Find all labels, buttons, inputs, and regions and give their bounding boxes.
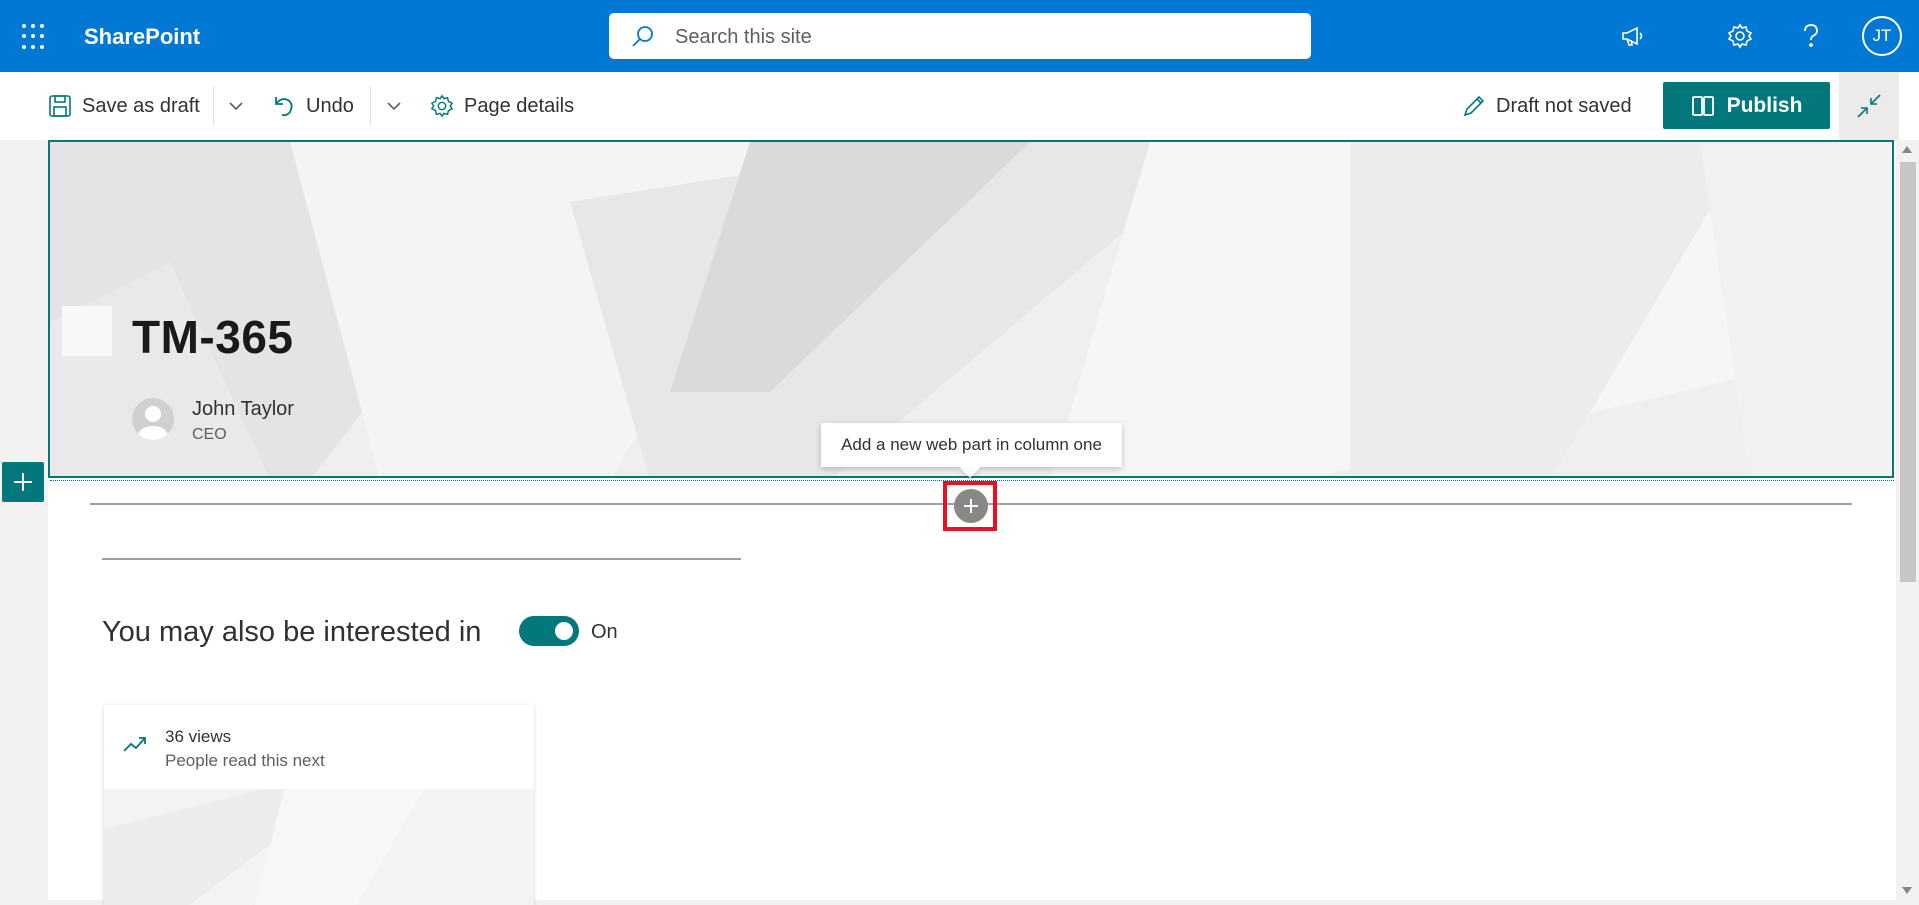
page-title[interactable]: TM-365 [132, 310, 293, 364]
card-views: 36 views [165, 727, 232, 746]
save-as-draft-button[interactable]: Save as draft [48, 92, 200, 120]
page-details-button[interactable]: Page details [430, 92, 574, 120]
scroll-down-icon[interactable] [1902, 887, 1912, 894]
collapse-icon[interactable] [1839, 72, 1899, 140]
undo-label: Undo [306, 94, 354, 117]
gear-icon [430, 94, 454, 118]
user-avatar[interactable]: JT [1862, 16, 1902, 56]
undo-options-chevron-icon[interactable] [386, 92, 412, 120]
draft-status: Draft not saved [1462, 92, 1632, 120]
book-icon [1691, 95, 1714, 116]
author-name[interactable]: John Taylor [192, 398, 294, 421]
pencil-icon [1463, 95, 1485, 117]
divider [213, 86, 214, 126]
page-details-label: Page details [464, 94, 575, 117]
search-input[interactable]: Search this site [675, 26, 812, 49]
add-section-button[interactable] [2, 462, 44, 502]
search-box[interactable]: Search this site [609, 13, 1311, 59]
tooltip-text: Add a new web part in column one [841, 435, 1102, 454]
save-as-draft-label: Save as draft [82, 94, 200, 117]
add-web-part-button[interactable] [954, 489, 988, 523]
save-icon [49, 95, 71, 117]
related-toggle[interactable] [519, 616, 579, 646]
gear-icon[interactable] [1724, 20, 1756, 52]
toggle-label: On [591, 621, 618, 643]
scrollbar-thumb[interactable] [1900, 162, 1916, 582]
suite-bar: SharePoint Search this site JT [0, 0, 1919, 72]
save-options-chevron-icon[interactable] [228, 92, 254, 120]
megaphone-icon[interactable] [1617, 20, 1649, 52]
card-subtitle: People read this next [165, 751, 325, 770]
vertical-scrollbar[interactable] [1896, 140, 1919, 900]
add-web-part-tooltip: Add a new web part in column one [821, 423, 1122, 467]
draft-status-label: Draft not saved [1496, 94, 1632, 117]
undo-icon [275, 97, 293, 117]
site-logo-placeholder [62, 306, 112, 356]
divider [102, 558, 741, 560]
related-page-card[interactable]: 36 views People read this next [104, 705, 534, 905]
publish-button[interactable]: Publish [1663, 82, 1830, 129]
trending-icon [122, 735, 148, 758]
author-avatar [132, 398, 174, 440]
author-role: CEO [192, 426, 227, 443]
help-icon[interactable] [1795, 20, 1827, 52]
plus-icon [964, 499, 978, 513]
search-icon [631, 25, 655, 54]
app-launcher-icon[interactable] [22, 24, 48, 50]
publish-label: Publish [1726, 93, 1803, 117]
undo-button[interactable]: Undo [272, 92, 354, 120]
divider [370, 86, 371, 126]
card-thumbnail [104, 789, 534, 905]
brand-link[interactable]: SharePoint [84, 24, 200, 50]
scroll-up-icon[interactable] [1902, 146, 1912, 153]
plus-icon [14, 473, 32, 491]
command-bar: Save as draft Undo Page details Draft no… [0, 72, 1919, 140]
related-heading: You may also be interested in [102, 616, 482, 648]
